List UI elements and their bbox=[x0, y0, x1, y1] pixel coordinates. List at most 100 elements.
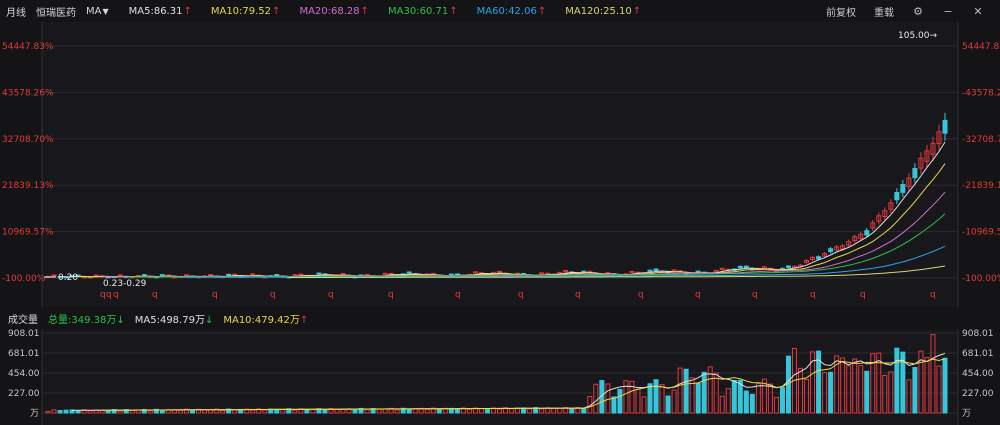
volume-axis-label-left: 908.01 bbox=[8, 329, 40, 339]
down-arrow-icon: ↓ bbox=[116, 314, 125, 326]
volume-bar bbox=[701, 371, 707, 414]
candle-body bbox=[743, 265, 749, 269]
volume-bar bbox=[647, 383, 653, 414]
volume-axis-label-right: 227.00 bbox=[962, 389, 994, 399]
candle-body bbox=[274, 274, 280, 277]
volume-bar bbox=[189, 409, 195, 414]
dividend-marker: q bbox=[113, 290, 119, 300]
candle-body bbox=[894, 192, 900, 201]
price-axis-label-right: 54447.83 bbox=[962, 42, 1000, 52]
candle-body bbox=[298, 273, 304, 276]
volume-axis-label-left: 681.01 bbox=[8, 349, 40, 359]
candle-body bbox=[864, 230, 870, 236]
ma-label-3: MA30:60.71↑ bbox=[388, 5, 458, 17]
dividend-marker: q bbox=[695, 290, 701, 300]
volume-bar bbox=[683, 368, 689, 414]
volume-ma5: MA5:498.79万↓ bbox=[135, 311, 214, 326]
volume-bar bbox=[436, 408, 442, 414]
indicator-selector[interactable]: MA▼ bbox=[86, 6, 119, 17]
period-label[interactable]: 月线 bbox=[6, 4, 26, 19]
volume-bar bbox=[105, 409, 111, 414]
volume-bar bbox=[864, 370, 870, 414]
dividend-marker: q bbox=[388, 290, 394, 300]
candle-body bbox=[695, 270, 701, 273]
volume-bar bbox=[406, 408, 412, 414]
volume-bar bbox=[731, 379, 737, 414]
price-axis-label-right: -32708.70% bbox=[962, 135, 1000, 145]
volume-title: 成交量 bbox=[8, 314, 38, 326]
candle-body bbox=[159, 274, 165, 277]
candle-body bbox=[647, 269, 653, 272]
volume-indicator-bar: 成交量 总量:349.38万↓ MA5:498.79万↓ MA10:479.42… bbox=[0, 307, 1000, 329]
price-chart[interactable]: 54447.83% 43578.26% 32708.70% 21839.13% 1096… bbox=[0, 22, 1000, 307]
volume-bar bbox=[942, 357, 948, 414]
price-axis-label-right: -100.00% bbox=[962, 274, 1000, 284]
up-arrow-icon: ↑ bbox=[299, 314, 309, 326]
dividend-marker: q bbox=[752, 290, 758, 300]
dividend-marker: q bbox=[638, 290, 644, 300]
candle-body bbox=[232, 273, 238, 276]
dividend-marker: q bbox=[100, 290, 106, 300]
volume-bar bbox=[352, 409, 358, 414]
volume-total: 总量:349.38万↓ bbox=[48, 311, 125, 326]
volume-axis-label-right: 681.01 bbox=[962, 349, 994, 359]
candle-body bbox=[316, 272, 322, 275]
ma-label-5: MA120:25.10↑ bbox=[565, 5, 642, 17]
candle-body bbox=[942, 119, 948, 134]
stock-name: 恒瑞医药 bbox=[36, 7, 76, 19]
up-arrow-icon: ↑ bbox=[537, 5, 547, 17]
volume-axis-label-left: 万 bbox=[30, 409, 39, 419]
reload-button[interactable]: 重载 bbox=[874, 4, 894, 19]
candle-body bbox=[828, 248, 834, 253]
candle-body bbox=[292, 274, 298, 277]
volume-chart[interactable]: 908.01 681.01 454.00 227.00 万 908.01 681.01 454… bbox=[0, 329, 1000, 425]
volume-ma5-value: MA5:498.79万 bbox=[134, 314, 205, 326]
volume-bar bbox=[484, 407, 490, 414]
volume-bar bbox=[828, 371, 834, 414]
up-arrow-icon: ↑ bbox=[272, 5, 281, 17]
volume-bar bbox=[665, 395, 671, 414]
volume-total-value: 总量:349.38万 bbox=[48, 314, 117, 326]
volume-axis-label-right: 万 bbox=[962, 409, 971, 419]
candle-body bbox=[51, 274, 57, 277]
candle-body bbox=[737, 265, 743, 269]
volume-bar bbox=[894, 347, 900, 414]
volume-axis-label-right: 908.01 bbox=[962, 329, 994, 339]
volume-bar bbox=[749, 393, 755, 414]
candle-body bbox=[912, 168, 918, 179]
price-axis-label-left: 21839.13% bbox=[2, 181, 54, 191]
dividend-marker: q bbox=[270, 290, 276, 300]
volume-bar bbox=[743, 390, 749, 414]
volume-bar bbox=[159, 409, 165, 414]
close-icon[interactable]: ✕ bbox=[972, 5, 984, 18]
high-price-label: 105.00→ bbox=[898, 31, 937, 41]
volume-ma10: MA10:479.42万↑ bbox=[223, 311, 308, 326]
candle-body bbox=[141, 274, 147, 277]
low-range-label: 0.23-0.29 bbox=[103, 279, 147, 289]
candle-body bbox=[581, 270, 587, 273]
volume-bar bbox=[695, 382, 701, 414]
dividend-marker: q bbox=[810, 290, 816, 300]
dividend-marker: q bbox=[152, 290, 158, 300]
settings-icon[interactable]: ⚙ bbox=[912, 5, 924, 18]
volume-axis-label-left: 227.00 bbox=[8, 389, 40, 399]
volume-bar bbox=[617, 388, 623, 414]
chevron-down-icon: ▼ bbox=[102, 6, 109, 16]
candle-body bbox=[785, 265, 791, 269]
price-axis-label-left: -100.00% bbox=[2, 274, 46, 284]
indicator-bar: 月线 恒瑞医药 MA▼ MA5:86.31↑ MA10:79.52↑ MA20:68… bbox=[0, 0, 1000, 22]
price-axis-label-left: 32708.70% bbox=[2, 135, 54, 145]
dividend-marker: q bbox=[328, 290, 334, 300]
volume-bar bbox=[581, 407, 587, 414]
low-price-label: 0.20 bbox=[58, 273, 78, 283]
price-axis-label-left: 54447.83% bbox=[2, 42, 54, 52]
adjust-mode-button[interactable]: 前复权 bbox=[826, 4, 856, 19]
dividend-marker: q bbox=[518, 290, 524, 300]
up-arrow-icon: ↑ bbox=[632, 5, 642, 17]
indicator-name: MA bbox=[86, 5, 102, 17]
ma-label-0: MA5:86.31↑ bbox=[128, 5, 192, 17]
dividend-marker: q bbox=[575, 290, 581, 300]
dividend-marker: q bbox=[455, 290, 461, 300]
candle-body bbox=[364, 273, 370, 276]
minimize-icon[interactable]: − bbox=[942, 5, 954, 18]
